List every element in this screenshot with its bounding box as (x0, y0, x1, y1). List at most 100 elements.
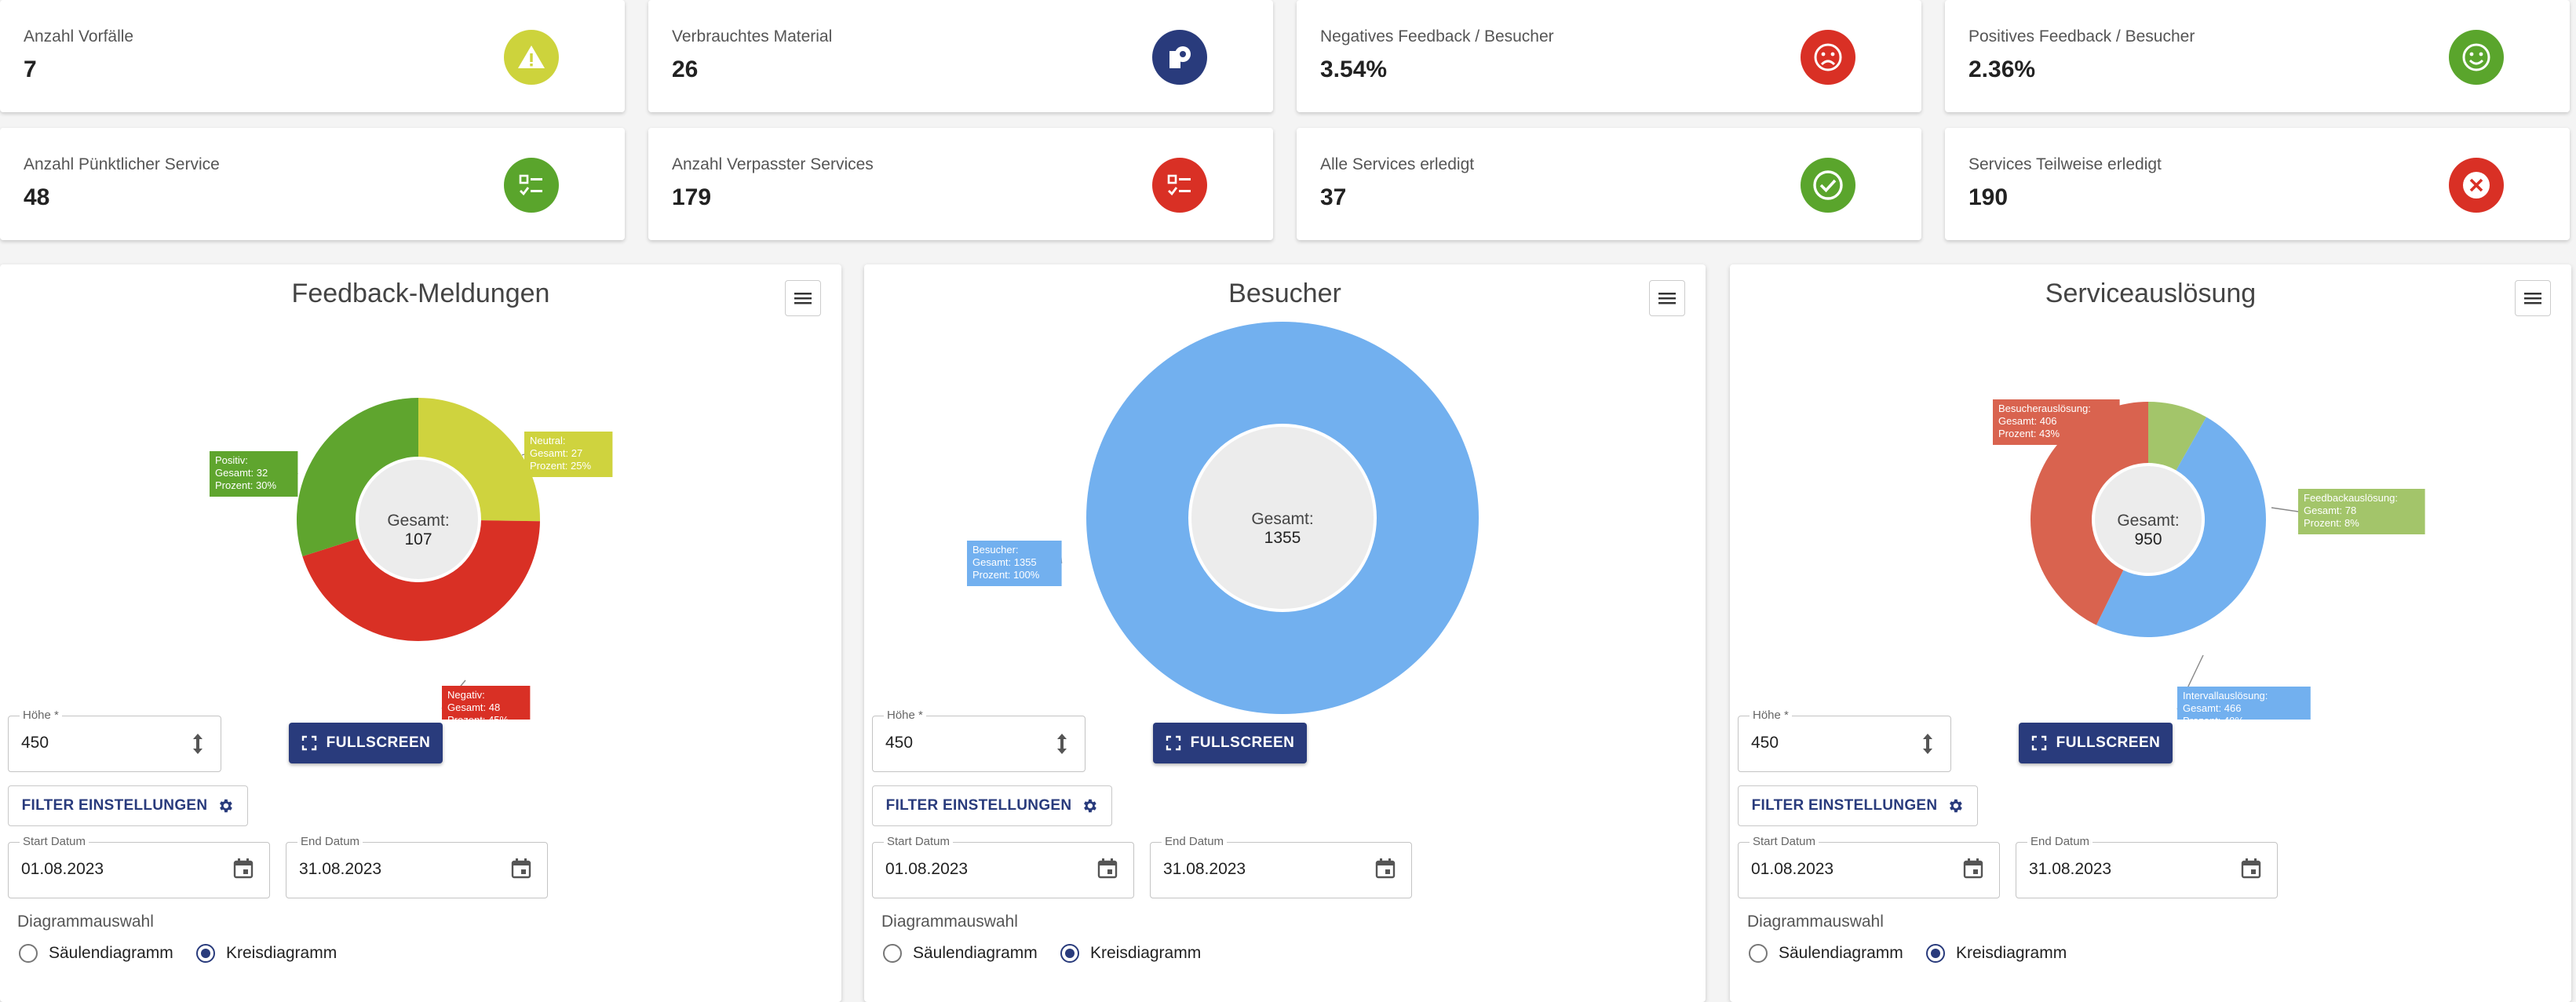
chart-panel: Feedback-Meldungen Höhe * 450 FULLSCREEN… (0, 264, 841, 1002)
filter-settings-button[interactable]: FILTER EINSTELLUNGEN (1738, 785, 1978, 826)
stat-value: 190 (1968, 184, 2009, 210)
center-label: Gesamt: (1251, 510, 1313, 528)
fullscreen-button[interactable]: FULLSCREEN (289, 723, 443, 763)
radio-bar-label: Säulendiagramm (1779, 944, 1903, 962)
stat-label: Verbrauchtes Material (672, 27, 833, 46)
fullscreen-icon (301, 735, 317, 751)
data-label-text: Gesamt: 48 (447, 701, 500, 713)
resize-vertical-icon[interactable] (1919, 731, 1936, 760)
fullscreen-label: FULLSCREEN (326, 734, 431, 751)
radio-bar-chart[interactable]: Säulendiagramm (883, 944, 1038, 963)
start-date-input[interactable]: Start Datum 01.08.2023 (1738, 835, 2000, 898)
radio-pie-label: Kreisdiagramm (1090, 944, 1202, 962)
data-label-text: Prozent: 43% (1998, 428, 2060, 439)
center-value: 950 (2134, 530, 2162, 548)
stat-label: Positives Feedback / Besucher (1968, 27, 2195, 46)
donut-chart: Gesamt:107 Neutral:Gesamt: 27Prozent: 25%… (210, 397, 613, 720)
radio-button[interactable] (1060, 944, 1079, 963)
checklist-missed-icon (1152, 158, 1207, 213)
start-date-value: 01.08.2023 (21, 860, 104, 878)
end-date-value: 31.08.2023 (299, 860, 382, 878)
radio-bar-label: Säulendiagramm (49, 944, 173, 962)
end-date-input[interactable]: End Datum 31.08.2023 (1150, 835, 1412, 898)
data-label-text: Prozent: 45% (447, 714, 509, 720)
chart-title: Besucher (1228, 279, 1341, 308)
fullscreen-button[interactable]: FULLSCREEN (2019, 723, 2173, 763)
radio-button[interactable] (1749, 944, 1768, 963)
calendar-icon[interactable] (1374, 857, 1397, 884)
stat-card: Anzahl Pünktlicher Service 48 (0, 128, 625, 240)
radio-pie-chart[interactable]: Kreisdiagramm (1926, 944, 2067, 963)
check-circle-icon (1801, 158, 1855, 213)
donut-chart: Gesamt:1355 Besucher:Gesamt: 1355Prozent:… (967, 322, 1479, 714)
center-value: 107 (404, 530, 432, 548)
data-label-text: Prozent: 100% (972, 569, 1040, 581)
fullscreen-label: FULLSCREEN (1190, 734, 1295, 751)
data-label-text: Besucher: (972, 544, 1019, 556)
data-label-text: Prozent: 25% (530, 460, 591, 472)
toilet-paper-icon (1152, 30, 1207, 85)
end-date-input[interactable]: End Datum 31.08.2023 (286, 835, 548, 898)
stat-card: Verbrauchtes Material 26 (648, 0, 1273, 112)
data-label-text: Gesamt: 78 (2304, 505, 2356, 516)
radio-bar-chart[interactable]: Säulendiagramm (1749, 944, 1903, 963)
hamburger-icon (1658, 291, 1676, 305)
chart-title: Serviceauslösung (2045, 279, 2257, 308)
data-label-text: Prozent: 49% (2183, 715, 2244, 720)
filter-settings-label: FILTER EINSTELLUNGEN (885, 797, 1072, 814)
diagram-selection-label: Diagrammauswahl (1747, 913, 1884, 931)
cancel-circle-icon (2449, 158, 2504, 213)
calendar-icon[interactable] (509, 857, 533, 884)
calendar-icon[interactable] (2239, 857, 2263, 884)
start-date-label: Start Datum (884, 835, 954, 848)
radio-button[interactable] (19, 944, 38, 963)
stat-card: Anzahl Vorfälle 7 (0, 0, 625, 112)
data-label-text: Prozent: 8% (2304, 517, 2359, 529)
calendar-icon[interactable] (1096, 857, 1119, 884)
end-date-label: End Datum (1162, 835, 1228, 848)
chart-panel: Serviceauslösung Höhe * 450 FULLSCREEN F… (1730, 264, 2571, 1002)
data-label-text: Gesamt: 1355 (972, 556, 1037, 568)
resize-vertical-icon[interactable] (189, 731, 206, 760)
start-date-value: 01.08.2023 (1751, 860, 1834, 878)
radio-pie-chart[interactable]: Kreisdiagramm (1060, 944, 1201, 963)
radio-bar-chart[interactable]: Säulendiagramm (19, 944, 173, 963)
height-value: 450 (21, 734, 49, 752)
stat-label: Services Teilweise erledigt (1968, 155, 2162, 173)
stat-label: Anzahl Vorfälle (24, 27, 134, 46)
label-connector (2271, 507, 2299, 512)
radio-pie-chart[interactable]: Kreisdiagramm (196, 944, 337, 963)
stat-value: 3.54% (1320, 56, 1388, 82)
calendar-icon[interactable] (232, 857, 255, 884)
center-value: 1355 (1264, 529, 1301, 547)
radio-bar-label: Säulendiagramm (913, 944, 1038, 962)
end-date-input[interactable]: End Datum 31.08.2023 (2016, 835, 2278, 898)
fullscreen-button[interactable]: FULLSCREEN (1153, 723, 1307, 763)
donut-chart: Gesamt:950Feedbackauslösung:Gesamt: 78Pr… (1993, 399, 2425, 720)
radio-button[interactable] (1926, 944, 1945, 963)
resize-vertical-icon[interactable] (1053, 731, 1071, 760)
stat-value: 48 (24, 184, 50, 210)
sad-face-icon (1801, 30, 1855, 85)
radio-button[interactable] (196, 944, 215, 963)
height-input[interactable]: Höhe * 450 (8, 709, 221, 772)
filter-settings-label: FILTER EINSTELLUNGEN (21, 797, 208, 814)
diagram-selection-label: Diagrammauswahl (881, 913, 1018, 931)
data-label-text: Gesamt: 32 (215, 467, 268, 479)
start-date-input[interactable]: Start Datum 01.08.2023 (8, 835, 270, 898)
filter-settings-button[interactable]: FILTER EINSTELLUNGEN (872, 785, 1112, 826)
stat-card: Anzahl Verpasster Services 179 (648, 128, 1273, 240)
stat-value: 2.36% (1968, 56, 2036, 82)
calendar-icon[interactable] (1961, 857, 1985, 884)
filter-settings-label: FILTER EINSTELLUNGEN (1751, 797, 1938, 814)
data-label-text: Intervallauslösung: (2183, 690, 2268, 701)
start-date-input[interactable]: Start Datum 01.08.2023 (872, 835, 1134, 898)
gear-icon (1081, 797, 1098, 814)
stat-value: 37 (1320, 184, 1347, 210)
fullscreen-icon (1166, 735, 1181, 751)
height-input[interactable]: Höhe * 450 (1738, 709, 1951, 772)
filter-settings-button[interactable]: FILTER EINSTELLUNGEN (8, 785, 248, 826)
radio-button[interactable] (883, 944, 902, 963)
radio-pie-label: Kreisdiagramm (226, 944, 338, 962)
height-input[interactable]: Höhe * 450 (872, 709, 1085, 772)
